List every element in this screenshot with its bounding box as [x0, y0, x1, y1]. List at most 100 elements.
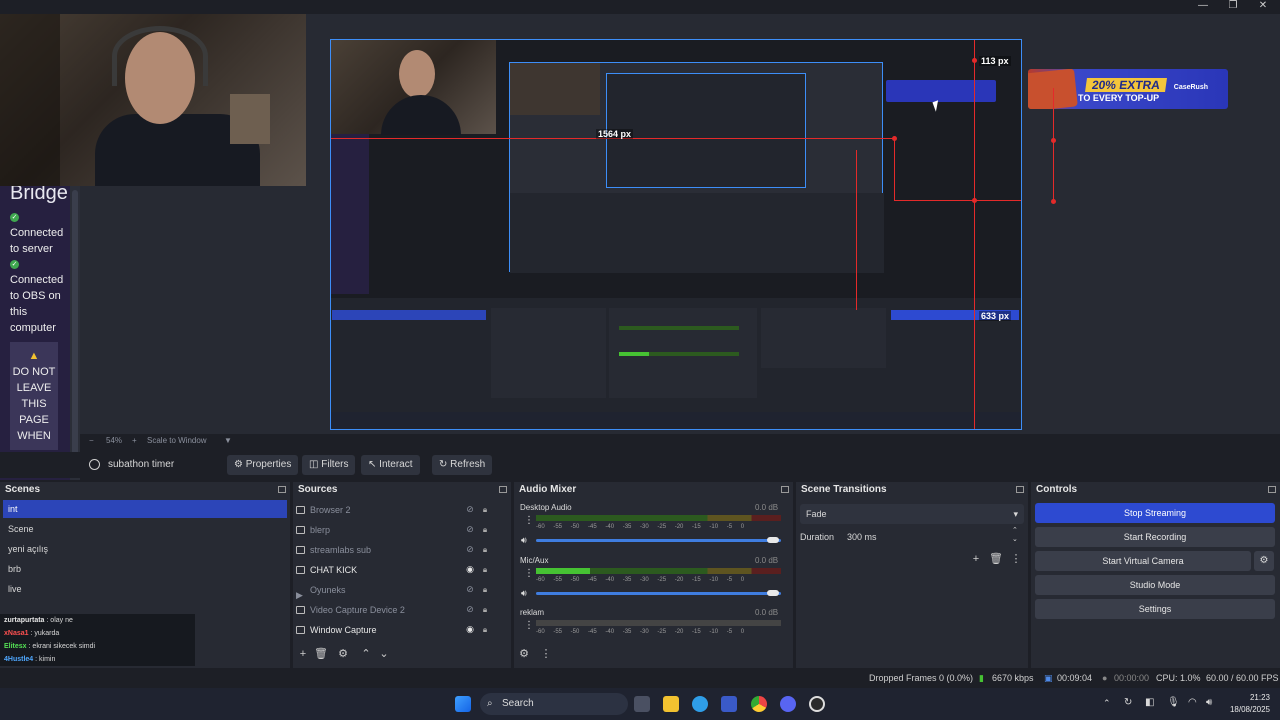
eye-hidden-icon[interactable]: ⊘ — [465, 545, 475, 554]
camera-icon — [296, 606, 305, 614]
dock-float-icon[interactable] — [499, 486, 507, 493]
transition-menu-icon[interactable]: ⋮ — [1009, 552, 1023, 566]
gear-icon[interactable]: ⚙ — [336, 647, 350, 661]
scene-item-yeni-acilis[interactable]: yeni açılış — [3, 540, 287, 558]
scene-item-brb[interactable]: brb — [3, 560, 287, 578]
dock-float-icon[interactable] — [781, 486, 789, 493]
source-item-video-capture-device-2[interactable]: Video Capture Device 2 ⊘ 🔒︎ — [293, 601, 500, 619]
taskbar-clock[interactable]: 21:23 18/08/2025 — [1230, 692, 1270, 716]
filters-button[interactable]: ◫ Filters — [302, 455, 356, 475]
settings-button[interactable]: Settings — [1035, 599, 1275, 619]
lock-icon[interactable]: 🔒︎ — [481, 605, 489, 614]
stream-icon: ▣ — [1044, 673, 1053, 683]
start-virtual-camera-button[interactable]: Start Virtual Camera — [1035, 551, 1251, 571]
dock-float-icon[interactable] — [1268, 486, 1276, 493]
move-up-icon[interactable]: ⌃ — [359, 647, 373, 661]
store-icon[interactable] — [721, 696, 737, 712]
taskbar: ⌕ Search ⌃ ↻ ◧ 🎙︎ ◠ 🔊︎ 21:23 18/08/2025 — [0, 688, 1280, 720]
refresh-button[interactable]: ↻ Refresh — [432, 455, 493, 475]
discord-icon[interactable] — [780, 696, 796, 712]
source-item-blerp[interactable]: blerp ⊘ 🔒︎ — [293, 521, 500, 539]
move-down-icon[interactable]: ⌄ — [377, 647, 391, 661]
scene-item-int[interactable]: int — [3, 500, 287, 518]
lock-icon[interactable]: 🔒︎ — [481, 585, 489, 594]
lock-icon[interactable]: 🔒︎ — [481, 505, 489, 514]
obs-icon[interactable] — [809, 696, 825, 712]
stop-streaming-button[interactable]: Stop Streaming — [1035, 503, 1275, 523]
scene-item-live[interactable]: live — [3, 580, 287, 598]
channel-menu-icon[interactable]: ⋮ — [524, 569, 534, 579]
scene-item-scene[interactable]: Scene — [3, 520, 287, 538]
microphone-icon[interactable]: 🎙︎ — [1167, 697, 1180, 708]
edge-icon[interactable] — [692, 696, 708, 712]
trash-icon[interactable]: 🗑︎ — [989, 552, 1003, 566]
lock-icon[interactable]: 🔒︎ — [481, 525, 489, 534]
interact-button[interactable]: ↖ Interact — [361, 455, 420, 475]
spin-arrows-icon[interactable]: ⌃ ⌄ — [1012, 526, 1018, 544]
source-item-browser-2[interactable]: Browser 2 ⊘ 🔒︎ — [293, 501, 500, 519]
mixer-menu-icon[interactable]: ⋮ — [539, 647, 553, 661]
chevron-down-icon[interactable]: ▼ — [224, 436, 232, 445]
source-item-oyuneks[interactable]: ▶ Oyuneks ⊘ 🔒︎ — [293, 581, 500, 601]
eye-hidden-icon[interactable]: ⊘ — [465, 525, 475, 534]
measure-mid-label: 1564 px — [596, 129, 634, 139]
dock-float-icon[interactable] — [1016, 486, 1024, 493]
eye-hidden-icon[interactable]: ⊘ — [465, 605, 475, 614]
chevron-up-icon[interactable]: ⌃ — [1103, 698, 1111, 709]
reklam-meter — [536, 620, 781, 626]
channel-menu-icon[interactable]: ⋮ — [524, 516, 534, 526]
eye-hidden-icon[interactable]: ⊘ — [465, 505, 475, 514]
transition-select[interactable]: Fade ▾ — [800, 504, 1024, 524]
desktop-audio-fader[interactable] — [536, 539, 781, 542]
volume-icon[interactable]: 🔊︎ — [521, 535, 527, 546]
eye-icon[interactable]: ◉ — [465, 565, 475, 574]
volume-icon[interactable]: 🔊︎ — [1206, 697, 1212, 708]
chrome-icon[interactable] — [751, 696, 767, 712]
scene-transitions-dock: Scene Transitions Fade ▾ Duration 300 ms … — [796, 482, 1028, 668]
add-source-icon[interactable]: + — [296, 647, 310, 661]
studio-mode-button[interactable]: Studio Mode — [1035, 575, 1275, 595]
scale-mode[interactable]: Scale to Window — [147, 436, 207, 445]
mic-aux-fader[interactable] — [536, 592, 781, 595]
tray-app-icon[interactable]: ↻ — [1124, 697, 1132, 708]
minimize-icon[interactable]: — — [1188, 0, 1218, 14]
promo-banner[interactable]: 20% EXTRA TO EVERY TOP-UP CaseRush — [1028, 69, 1228, 109]
audio-settings-icon[interactable]: ⚙ — [517, 647, 531, 661]
nested-banner — [886, 80, 996, 102]
lock-icon[interactable]: 🔒︎ — [481, 545, 489, 554]
lock-icon[interactable]: 🔒︎ — [481, 625, 489, 634]
zoom-in-icon[interactable]: + — [132, 436, 137, 445]
lock-icon[interactable]: 🔒︎ — [481, 565, 489, 574]
dock-float-icon[interactable] — [278, 486, 286, 493]
duration-input[interactable]: 300 ms — [842, 528, 1022, 546]
virtual-camera-settings-icon[interactable]: ⚙ — [1254, 551, 1274, 571]
eye-icon[interactable]: ◉ — [465, 625, 475, 634]
file-explorer-icon[interactable] — [663, 696, 679, 712]
tray-app-icon[interactable]: ◧ — [1145, 697, 1154, 708]
banner-logo: CaseRush — [1173, 84, 1208, 91]
fps: 60.00 / 60.00 FPS — [1206, 673, 1279, 683]
trash-icon[interactable]: 🗑︎ — [314, 647, 328, 661]
channel-menu-icon[interactable]: ⋮ — [524, 621, 534, 631]
window-capture-preview[interactable]: 113 px 633 px 1564 px — [330, 39, 1022, 430]
close-icon[interactable]: ✕ — [1248, 0, 1278, 14]
preview-scrollbar[interactable] — [70, 186, 80, 480]
fader-knob[interactable] — [767, 590, 779, 596]
zoom-out-icon[interactable]: − — [89, 436, 94, 445]
properties-button[interactable]: ⚙ Properties — [227, 455, 299, 475]
check-icon: ✓ — [10, 213, 19, 222]
eye-hidden-icon[interactable]: ⊘ — [465, 585, 475, 594]
task-view-icon[interactable] — [634, 696, 650, 712]
source-item-streamlabs-sub[interactable]: streamlabs sub ⊘ 🔒︎ — [293, 541, 500, 559]
audio-mixer-title: Audio Mixer — [519, 484, 577, 495]
fader-knob[interactable] — [767, 537, 779, 543]
wifi-icon[interactable]: ◠ — [1188, 697, 1197, 708]
maximize-icon[interactable]: ❐ — [1218, 0, 1248, 14]
start-recording-button[interactable]: Start Recording — [1035, 527, 1275, 547]
add-transition-icon[interactable]: + — [969, 552, 983, 566]
volume-icon[interactable]: 🔊︎ — [521, 588, 527, 599]
source-item-chat-kick[interactable]: CHAT KICK ◉ 🔒︎ — [293, 561, 500, 579]
windows-start-icon[interactable] — [455, 696, 471, 712]
taskbar-search[interactable]: ⌕ Search — [480, 693, 628, 715]
source-item-window-capture[interactable]: Window Capture ◉ 🔒︎ — [293, 621, 500, 639]
